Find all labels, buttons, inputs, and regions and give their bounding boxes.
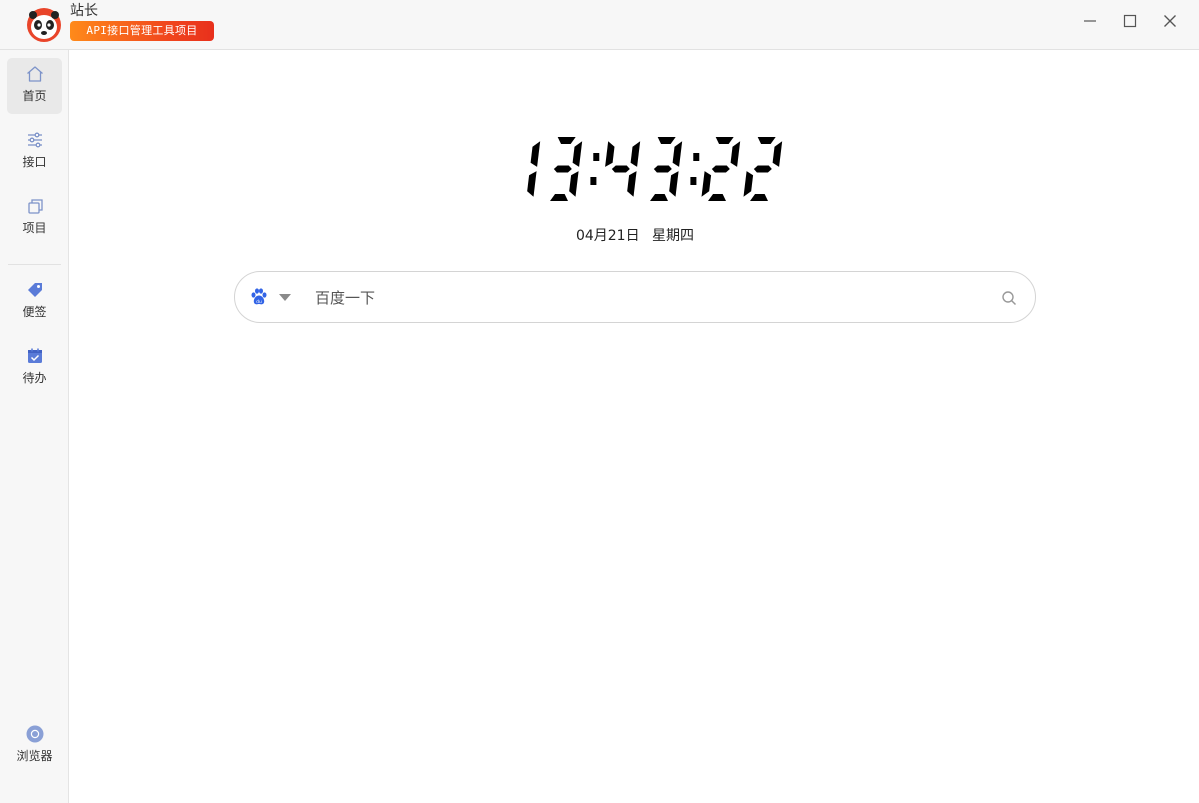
sidebar-item-home[interactable]: 首页 (7, 58, 62, 114)
sidebar-divider (8, 264, 61, 265)
svg-text:du: du (256, 299, 262, 305)
clock-digit (527, 141, 541, 197)
date-text: 04月21日 (575, 228, 640, 244)
digital-clock (527, 137, 783, 201)
app-name: 站长 (70, 3, 98, 19)
calendar-check-icon (28, 348, 42, 363)
weekday-text: 星期四 (652, 228, 695, 244)
home-icon (27, 66, 43, 82)
sidebar-item-label: 待办 (22, 371, 47, 385)
close-icon (1164, 15, 1176, 27)
app-badge: API接口管理工具项目 (70, 21, 214, 41)
close-button[interactable] (1152, 8, 1188, 34)
stack-icon (28, 199, 43, 214)
chrome-icon (26, 725, 44, 743)
sliders-icon (28, 132, 42, 148)
sidebar-item-label: 便签 (22, 305, 47, 319)
sidebar-item-todo[interactable]: 待办 (7, 340, 62, 396)
tag-icon (28, 283, 42, 297)
clock-digit (605, 141, 641, 197)
sidebar-item-notes[interactable]: 便签 (7, 274, 62, 330)
app-logo-icon (27, 8, 61, 42)
search-icon[interactable] (1001, 290, 1017, 306)
minimize-icon (1084, 20, 1096, 22)
baidu-icon[interactable]: du (249, 287, 269, 307)
sidebar-item-label: 浏览器 (16, 749, 53, 763)
clock-digit (650, 137, 683, 201)
sidebar-item-label: 接口 (22, 155, 47, 169)
sidebar-item-label: 首页 (22, 89, 47, 103)
maximize-button[interactable] (1112, 8, 1148, 34)
sidebar: 首页 接口 项目 便签 待办 浏览器 (0, 50, 69, 803)
minimize-button[interactable] (1072, 8, 1108, 34)
clock-colon (690, 153, 700, 185)
chevron-down-icon[interactable] (278, 292, 292, 302)
clock-digit (743, 137, 783, 201)
title-bar: 站长 API接口管理工具项目 (0, 0, 1199, 50)
sidebar-item-api[interactable]: 接口 (7, 124, 62, 180)
search-input[interactable] (313, 284, 957, 312)
search-box: du (234, 271, 1036, 323)
sidebar-item-browser[interactable]: 浏览器 (7, 718, 62, 774)
clock-digit (550, 137, 583, 201)
maximize-icon (1123, 14, 1137, 28)
date-line: 04月21日 星期四 (0, 226, 1199, 246)
clock-digit (701, 137, 741, 201)
clock-colon (590, 153, 600, 185)
